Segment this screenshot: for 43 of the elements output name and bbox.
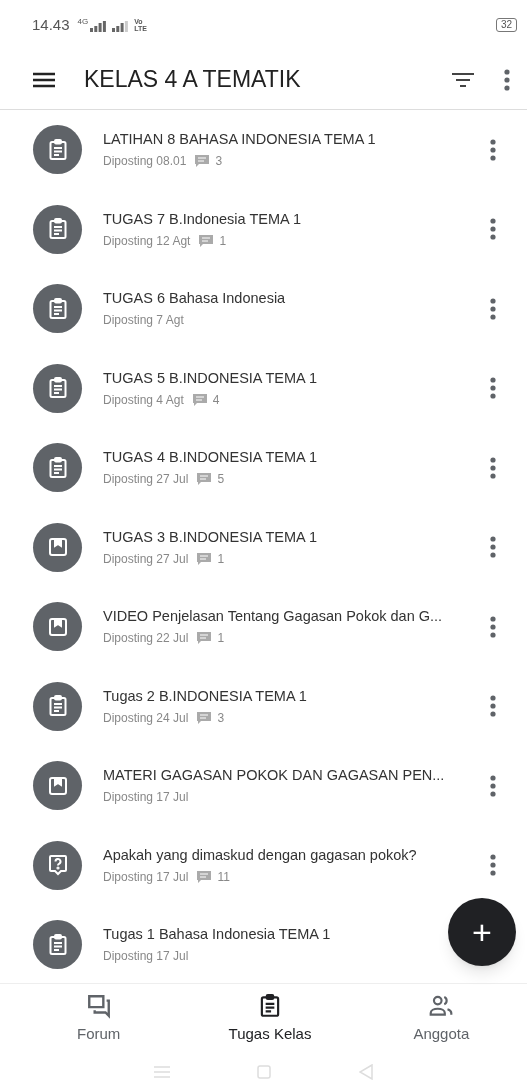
more-icon	[490, 615, 496, 638]
more-icon	[504, 68, 510, 91]
status-time: 14.43	[32, 14, 70, 35]
classwork-item[interactable]: Apakah yang dimaskud dengan gagasan pokok? Diposting 17 Jul 11	[103, 844, 417, 886]
comment-icon	[197, 870, 212, 883]
classwork-item[interactable]: TUGAS 7 B.Indonesia TEMA 1 Diposting 12 Agt 1	[103, 208, 301, 250]
more-icon	[490, 695, 496, 718]
classwork-item[interactable]: Tugas 1 Bahasa Indonesia TEMA 1 Diposting 17 Jul	[103, 924, 331, 966]
more-icon	[490, 456, 496, 479]
classwork-item[interactable]: LATIHAN 8 BAHASA INDONESIA TEMA 1 Diposting 08.01 3	[103, 129, 376, 171]
classwork-item[interactable]: MATERI GAGASAN POKOK DAN GAGASAN PEN... Diposting 17 Jul	[103, 765, 445, 807]
signal-icon	[112, 21, 129, 32]
comment-icon	[199, 234, 214, 247]
more-icon	[490, 138, 496, 161]
classwork-item[interactable]: TUGAS 3 B.INDONESIA TEMA 1 Diposting 27 Jul 1	[103, 526, 318, 568]
comment-icon	[192, 393, 207, 406]
more-icon	[490, 218, 496, 241]
comment-icon	[197, 552, 212, 565]
comment-icon	[197, 711, 212, 724]
more-icon	[490, 377, 496, 400]
comment-icon	[197, 632, 212, 645]
more-icon	[490, 774, 496, 797]
bottom-nav-tab[interactable]: Forum	[13, 984, 185, 1055]
more-icon	[490, 854, 496, 877]
classwork-item[interactable]: TUGAS 4 B.INDONESIA TEMA 1 Diposting 27 Jul 5	[103, 447, 318, 489]
filter-icon	[451, 71, 475, 88]
network-type: 4G	[77, 18, 89, 26]
add-button[interactable]: +	[448, 898, 516, 966]
bottom-nav-tab[interactable]: Tugas Kelas	[184, 984, 356, 1055]
comment-icon	[197, 473, 212, 486]
classwork-item[interactable]: TUGAS 5 B.INDONESIA TEMA 1 Diposting 4 Agt 4	[103, 367, 318, 409]
classwork-item[interactable]: Tugas 2 B.INDONESIA TEMA 1 Diposting 24 Jul 3	[103, 685, 307, 727]
bottom-nav-tab[interactable]: Anggota	[355, 984, 527, 1055]
more-icon	[490, 536, 496, 559]
comment-icon	[195, 155, 210, 168]
classwork-item[interactable]: TUGAS 6 Bahasa Indonesia Diposting 7 Agt	[103, 288, 286, 330]
chat-icon	[85, 993, 112, 1020]
class-title: KELAS 4 A TEMATIK	[84, 65, 301, 95]
menu-icon	[32, 71, 56, 88]
classwork-item[interactable]: VIDEO Penjelasan Tentang Gagasan Pokok dan G... Diposting 22 Jul 1	[103, 606, 443, 648]
signal-icon	[90, 21, 107, 32]
more-icon	[490, 297, 496, 320]
battery-icon: 32	[495, 18, 517, 32]
